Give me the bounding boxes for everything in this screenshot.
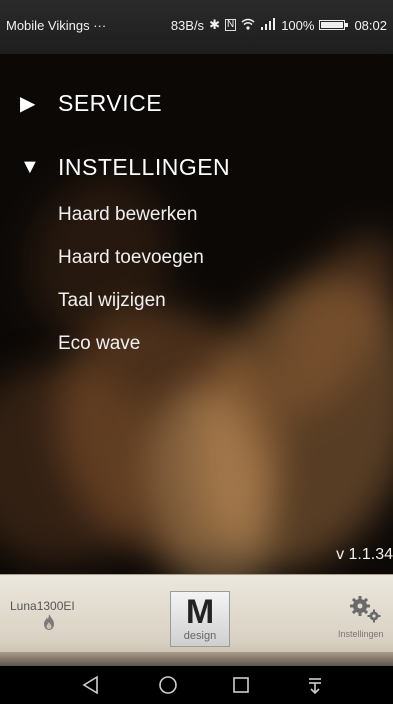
menu-item-eco-wave[interactable]: Eco wave xyxy=(58,333,140,355)
status-bar: Mobile Vikings ··· 83B/s ✱ N 100% 08:02 xyxy=(0,0,393,54)
network-speed: 83B/s xyxy=(170,17,205,33)
menu-settings-label: INSTELLINGEN xyxy=(58,154,231,180)
android-nav-bar xyxy=(0,666,393,704)
wifi-icon xyxy=(241,18,255,33)
triangle-down-icon: ▼ xyxy=(20,156,41,178)
menu-service[interactable]: ▶ SERVICE xyxy=(20,90,162,117)
battery-percent: 100% xyxy=(281,17,315,33)
version-label: v 1.1.34 xyxy=(336,546,393,563)
triangle-right-icon: ▶ xyxy=(20,93,36,115)
menu-settings[interactable]: ▼ INSTELLINGEN xyxy=(20,154,230,181)
bluetooth-icon: ✱ xyxy=(209,17,220,32)
back-icon[interactable] xyxy=(78,672,104,698)
home-icon[interactable] xyxy=(155,672,181,698)
carrier-name: Mobile Vikings ··· xyxy=(6,17,107,33)
menu-service-label: SERVICE xyxy=(58,90,163,116)
flame-icon xyxy=(44,614,54,630)
main-screen: ▶ SERVICE ▼ INSTELLINGEN Haard bewerken … xyxy=(0,54,393,574)
menu-item-taal-wijzigen[interactable]: Taal wijzigen xyxy=(58,290,166,312)
brand-logo[interactable]: M design xyxy=(170,591,230,647)
notifications-icon[interactable] xyxy=(302,672,328,698)
battery-icon xyxy=(319,20,349,30)
logo-subtitle: design xyxy=(183,630,217,642)
signal-icon xyxy=(260,17,276,33)
settings-button-label: Instellingen xyxy=(338,629,384,639)
menu-item-haard-bewerken[interactable]: Haard bewerken xyxy=(58,204,197,226)
clock: 08:02 xyxy=(354,17,387,33)
device-name: Luna1300EI xyxy=(10,599,75,613)
logo-letter: M xyxy=(185,593,215,631)
nfc-icon: N xyxy=(224,19,237,31)
gear-icon xyxy=(350,596,381,623)
toolbar-shadow xyxy=(0,652,393,666)
menu-item-haard-toevoegen[interactable]: Haard toevoegen xyxy=(58,247,204,269)
recents-icon[interactable] xyxy=(228,672,254,698)
